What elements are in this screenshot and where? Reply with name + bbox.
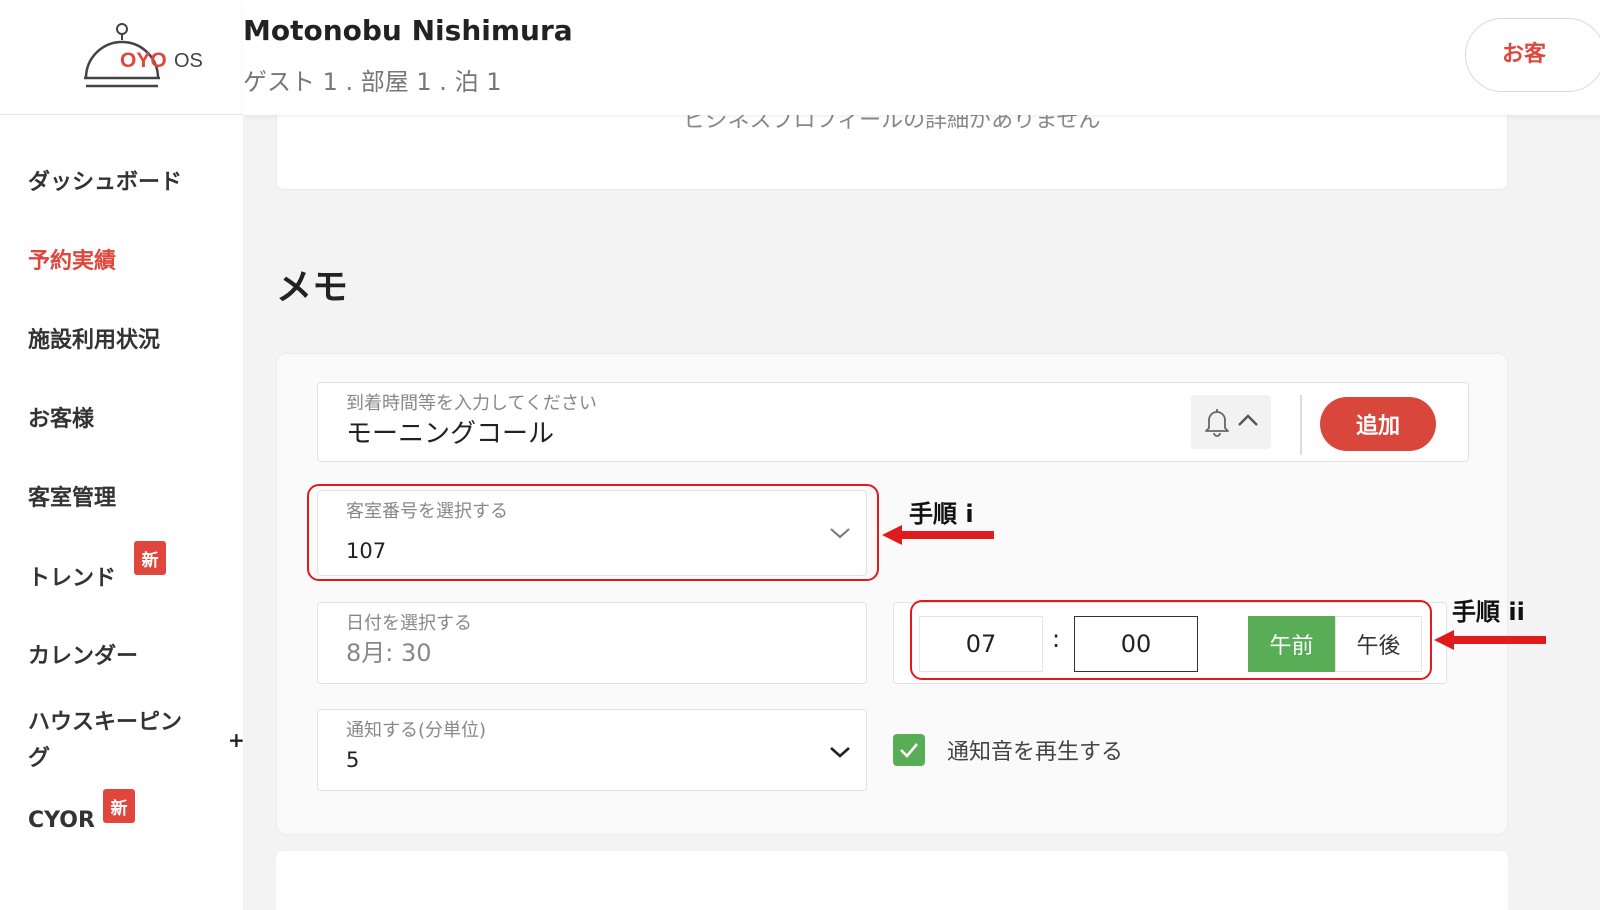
date-select-value: 8月: 30 — [346, 639, 432, 667]
new-badge: 新 — [134, 541, 166, 575]
guest-name: Motonobu Nishimura — [243, 14, 573, 47]
sidebar-item-cyor[interactable]: CYOR — [28, 808, 95, 833]
logo-area: OYO OS — [0, 0, 243, 115]
next-card — [276, 851, 1508, 910]
guest-button[interactable]: お客 — [1465, 18, 1600, 92]
memo-input-value[interactable]: モーニングコール — [346, 413, 554, 450]
chevron-up-icon — [1238, 414, 1258, 426]
step-ii-label: 手順 ii — [1452, 598, 1525, 626]
chevron-down-icon — [830, 747, 850, 758]
play-sound-label: 通知音を再生する — [947, 740, 1124, 765]
date-select-label: 日付を選択する — [346, 613, 472, 634]
logo-suffix: OS — [174, 50, 203, 72]
sidebar: OYO OS ダッシュボード 予約実績 施設利用状況 お客様 客室管理 トレンド… — [0, 0, 245, 910]
date-select[interactable]: 日付を選択する 8月: 30 — [317, 602, 867, 684]
bell-icon — [1205, 409, 1229, 437]
sidebar-item-trends[interactable]: トレンド — [28, 560, 116, 592]
step-i-highlight — [307, 484, 879, 581]
sidebar-item-rooms[interactable]: 客室管理 — [28, 480, 116, 512]
sidebar-item-reservations[interactable]: 予約実績 — [28, 243, 116, 275]
memo-input[interactable]: 到着時間等を入力してください モーニングコール 追加 — [317, 382, 1469, 462]
step-ii-arrow-icon — [1434, 630, 1546, 650]
check-icon — [900, 743, 918, 758]
sidebar-item-housekeeping-cont[interactable]: グ — [28, 740, 50, 772]
business-profile-card: ビジネスプロフィールの詳細がありません — [276, 115, 1508, 190]
notify-select-value: 5 — [346, 748, 360, 772]
sidebar-item-occupancy[interactable]: 施設利用状況 — [28, 322, 160, 354]
guest-summary: ゲスト 1 . 部屋 1 . 泊 1 — [243, 68, 502, 96]
step-i-arrow-icon — [882, 525, 994, 545]
memo-title: メモ — [276, 267, 349, 308]
oyo-os-logo[interactable]: OYO OS — [82, 20, 212, 92]
reminder-toggle[interactable] — [1191, 395, 1271, 449]
notify-minutes-select[interactable]: 通知する(分単位) 5 — [317, 709, 867, 791]
new-badge: 新 — [103, 789, 135, 823]
header: Motonobu Nishimura ゲスト 1 . 部屋 1 . 泊 1 お客 — [243, 0, 1600, 115]
no-profile-message: ビジネスプロフィールの詳細がありません — [683, 115, 1101, 133]
memo-input-label: 到着時間等を入力してください — [346, 393, 597, 414]
notify-select-label: 通知する(分単位) — [346, 720, 487, 741]
memo-card: 到着時間等を入力してください モーニングコール 追加 客室番号を選択する 107 — [276, 353, 1508, 835]
step-ii-highlight — [910, 600, 1432, 680]
sidebar-item-guests[interactable]: お客様 — [28, 401, 94, 433]
add-button[interactable]: 追加 — [1320, 397, 1436, 451]
logo-text: OYO — [120, 49, 167, 72]
sidebar-item-housekeeping[interactable]: ハウスキーピン — [28, 704, 182, 736]
play-sound-checkbox[interactable] — [893, 734, 925, 766]
sidebar-item-calendar[interactable]: カレンダー — [28, 638, 138, 670]
sidebar-item-dashboard[interactable]: ダッシュボード — [28, 164, 182, 196]
divider — [1300, 395, 1302, 455]
